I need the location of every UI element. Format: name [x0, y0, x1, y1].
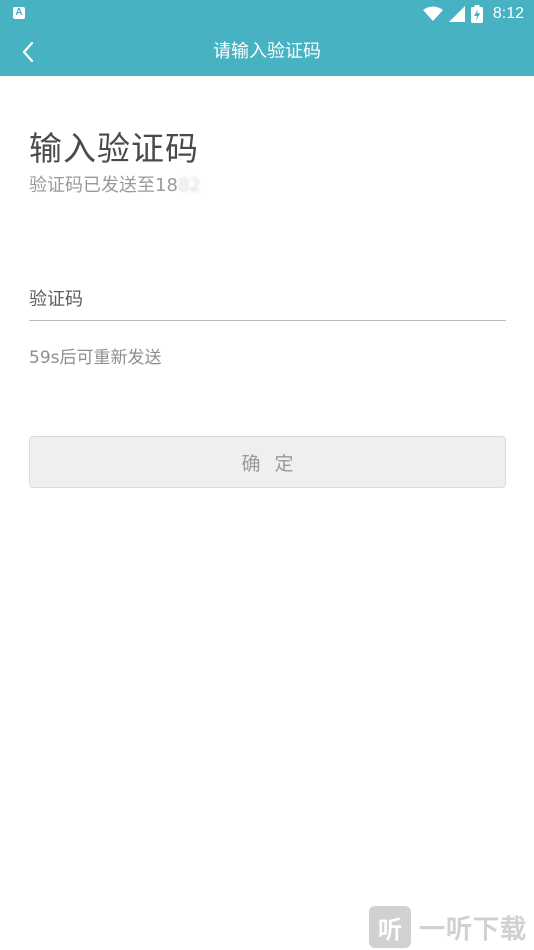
status-bar: A 8:12	[0, 0, 534, 28]
battery-icon	[470, 5, 483, 23]
status-icons: 8:12	[422, 0, 524, 28]
confirm-button[interactable]: 确定	[29, 436, 506, 488]
chevron-left-icon	[22, 41, 34, 63]
watermark-logo: 听	[369, 906, 411, 948]
sent-notice: 验证码已发送至1882	[29, 171, 201, 197]
watermark: 听 一听下载	[369, 904, 534, 950]
heading: 输入验证码	[29, 129, 199, 168]
sent-prefix: 验证码已发送至	[29, 175, 155, 196]
back-button[interactable]	[8, 32, 48, 72]
cell-signal-icon	[448, 6, 465, 22]
phone-visible: 18	[155, 175, 178, 196]
verification-code-input[interactable]	[29, 278, 506, 321]
notification-icon: A	[13, 7, 25, 19]
phone-masked: 82	[177, 175, 201, 196]
wifi-icon	[422, 6, 443, 21]
app-bar: 请输入验证码	[0, 28, 534, 76]
resend-countdown: 59s后可重新发送	[29, 348, 162, 368]
status-time: 8:12	[492, 5, 524, 22]
phone-number: 1882	[155, 175, 201, 196]
page-title: 请输入验证码	[213, 41, 321, 62]
watermark-text: 一听下载	[419, 914, 528, 945]
